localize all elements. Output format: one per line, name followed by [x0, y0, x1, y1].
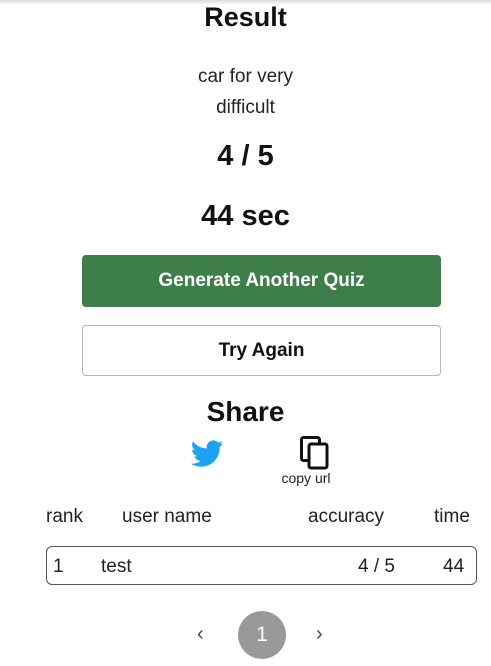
copy-url-button[interactable]: copy url	[276, 436, 336, 488]
table-row: 1 test 4 / 5 44	[46, 546, 477, 585]
try-again-button[interactable]: Try Again	[82, 325, 441, 376]
twitter-icon[interactable]	[190, 440, 224, 468]
quiz-name: car for very difficult	[0, 61, 491, 123]
column-header-time: time	[434, 506, 470, 527]
copy-icon	[300, 436, 329, 470]
score-value: 4 / 5	[217, 140, 274, 172]
previous-page-button[interactable]: ‹	[197, 623, 204, 646]
row-user-name: test	[101, 556, 132, 577]
page-1-button[interactable]: 1	[238, 611, 286, 659]
row-time: 44	[443, 556, 465, 577]
page-title: Result	[204, 2, 287, 32]
quiz-name-line-1: car for very	[197, 66, 294, 87]
row-accuracy: 4 / 5	[358, 556, 395, 577]
copy-url-label: copy url	[281, 470, 331, 486]
share-heading: Share	[206, 396, 285, 427]
result-page: Result car for very difficult 4 / 5 44 s…	[0, 0, 491, 666]
time-value: 44 sec	[201, 200, 290, 232]
next-page-button[interactable]: ›	[316, 623, 323, 646]
row-rank: 1	[53, 556, 64, 577]
column-header-user-name: user name	[122, 506, 212, 527]
column-header-accuracy: accuracy	[308, 506, 385, 527]
quiz-name-line-2: difficult	[216, 97, 275, 118]
generate-another-quiz-button[interactable]: Generate Another Quiz	[82, 255, 441, 307]
column-header-rank: rank	[46, 506, 83, 527]
